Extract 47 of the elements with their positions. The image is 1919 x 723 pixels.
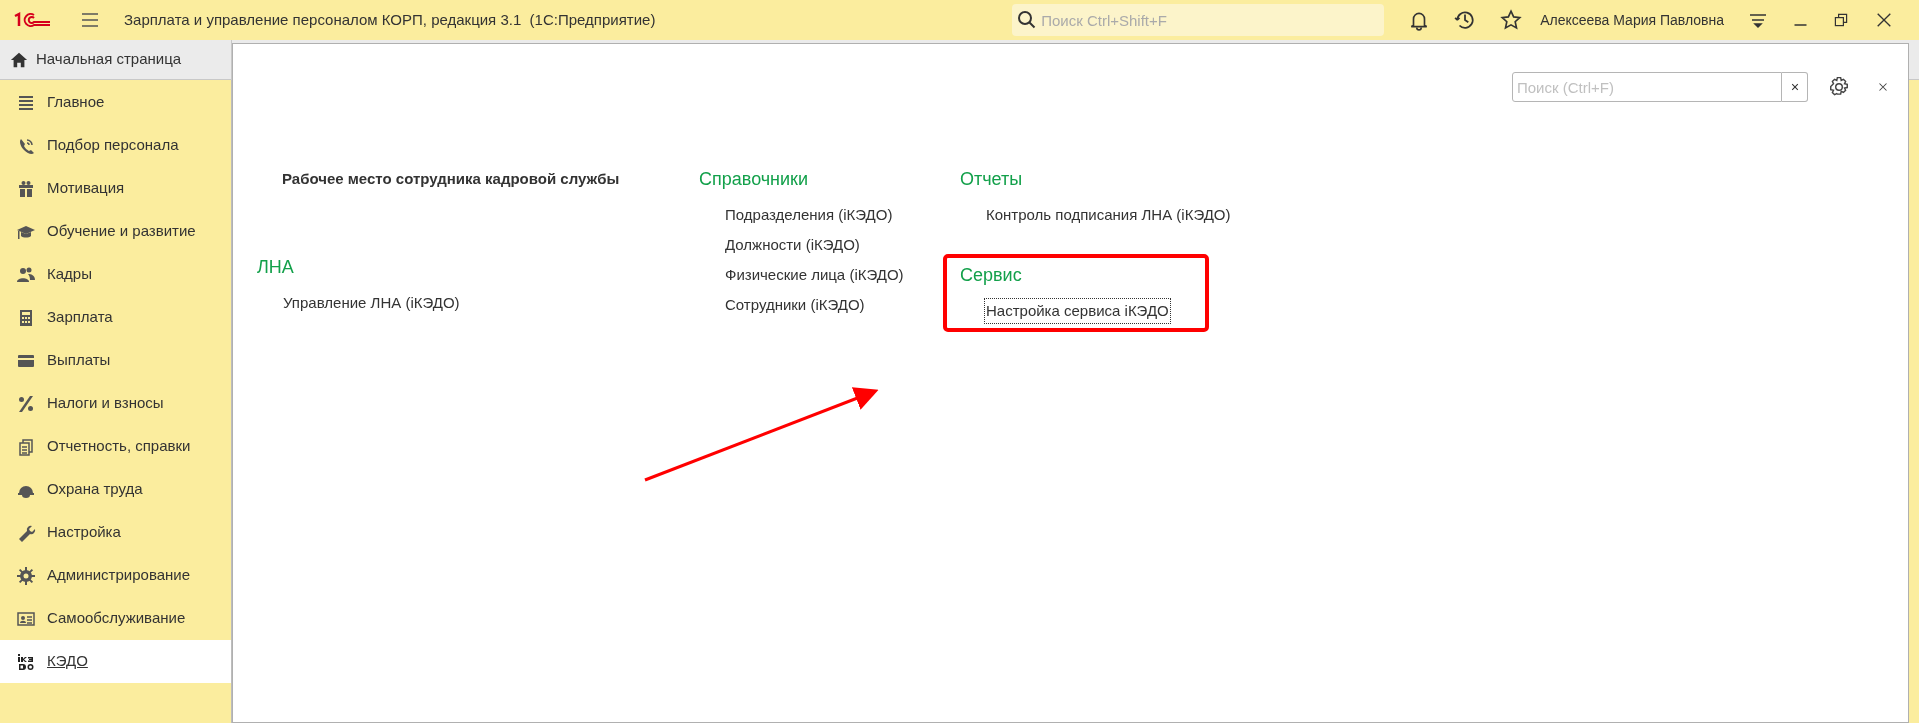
sidebar-item[interactable]: Самообслуживание [0,597,231,640]
minimize-icon [1794,24,1807,26]
sidebar-item[interactable]: Кадры [0,253,231,296]
sidebar-item[interactable]: Выплаты [0,339,231,382]
section-heading: Справочники [699,167,810,191]
menu-icon [80,10,100,30]
gear-icon [16,565,36,586]
global-search-field[interactable]: Поиск Ctrl+Shift+F [1012,4,1385,36]
user-name[interactable]: Алексеева Мария Павловна [1540,9,1724,31]
home-icon [10,50,28,69]
home-tab[interactable]: Начальная страница [0,40,232,80]
sidebar-item[interactable]: Охрана труда [0,468,231,511]
sidebar-item[interactable]: Налоги и взносы [0,382,231,425]
percent-icon [16,393,36,414]
sidebar-item[interactable]: Обучение и развитие [0,210,231,253]
history-icon [1454,9,1477,31]
sidebar-item[interactable]: Главное [0,81,231,124]
logo-icon [12,10,52,30]
star-icon [1500,9,1523,31]
sidebar-item[interactable]: Настройка [0,511,231,554]
sidebar-item[interactable]: Отчетность, справки [0,425,231,468]
sidebar-item[interactable]: Подбор персонала [0,124,231,167]
sidebar-item[interactable]: Мотивация [0,167,231,210]
close-icon [1875,11,1893,29]
section-heading: Отчеты [960,167,1024,191]
documents-icon [16,436,36,457]
panel-search-field[interactable]: Поиск (Ctrl+F) [1512,72,1782,102]
group-title[interactable]: Рабочее место сотрудника кадровой службы [257,164,699,194]
menu-link[interactable]: Контроль подписания ЛНА (iКЭДО) [984,201,1233,229]
section-heading: Сервис [960,263,1023,287]
menu-link[interactable]: Управление ЛНА (iКЭДО) [281,289,462,317]
menu-link[interactable]: Сотрудники (iКЭДО) [723,291,867,319]
search-icon [1017,10,1038,30]
kedo-logo-icon [16,651,36,672]
menu-link[interactable]: Настройка сервиса iКЭДО [984,297,1171,325]
window-title: Зарплата и управление персоналом КОРП, редакция 3.1 (1С:Предприятие) [124,9,656,30]
menu-link[interactable]: Физические лица (iКЭДО) [723,261,906,289]
section-heading: ЛНА [257,255,295,279]
settings-icon [1828,76,1850,98]
gift-icon [16,178,36,199]
menu-link[interactable]: Должности (iКЭДО) [723,231,862,259]
sidebar-item[interactable]: Зарплата [0,296,231,339]
sidebar-item[interactable]: Администрирование [0,554,231,597]
clear-button[interactable] [1782,72,1808,102]
menu-link[interactable]: Подразделения (iКЭДО) [723,201,895,229]
sidebar-item[interactable]: КЭДО [0,640,231,683]
restore-icon [1833,12,1849,28]
